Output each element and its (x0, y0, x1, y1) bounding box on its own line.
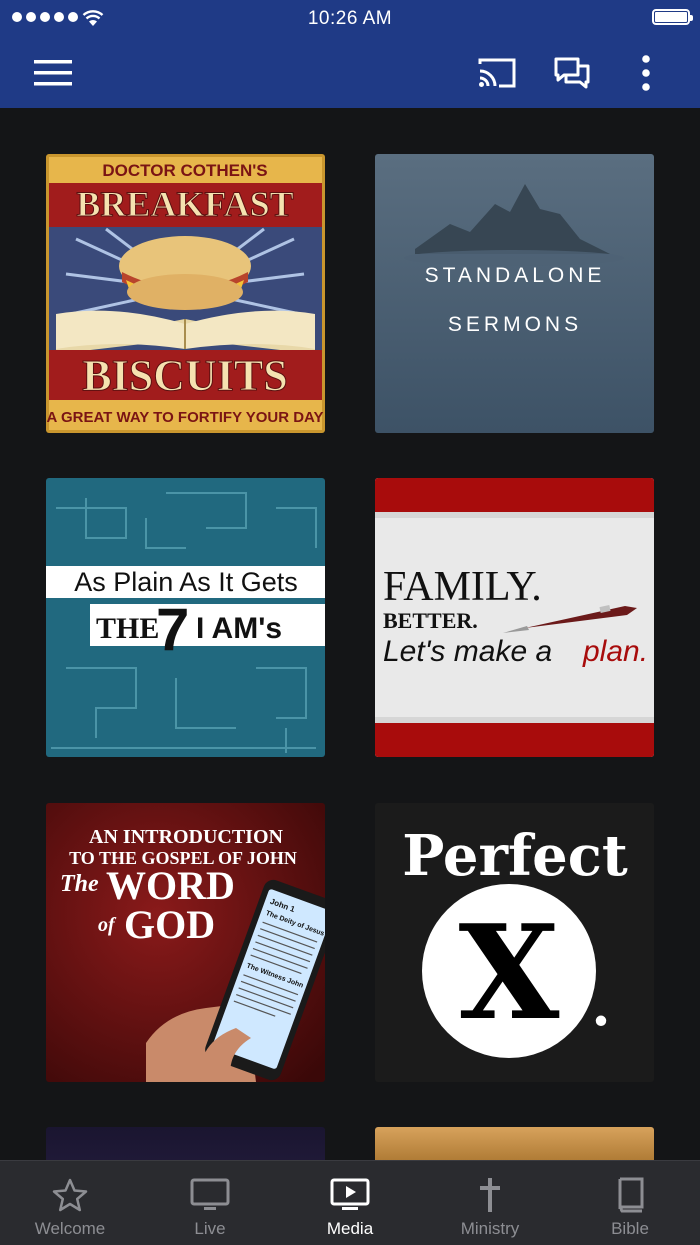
cross-icon (477, 1175, 503, 1215)
tile-5-line-6: GOD (124, 902, 215, 947)
chat-icon[interactable] (548, 50, 596, 96)
tile-3-line-3: 7 (156, 596, 189, 663)
battery-icon (652, 9, 693, 25)
tile-6-line-1: Perfect (402, 823, 628, 889)
media-tile-as-plain-as-it-gets[interactable]: As Plain As It Gets THE 7 I AM's (46, 478, 325, 757)
media-tile-breakfast-biscuits[interactable]: DOCTOR COTHEN'S BREAKFAST BISCUITS A GRE… (46, 154, 325, 433)
tile-3-line-1: As Plain As It Gets (74, 567, 298, 597)
tab-media[interactable]: Media (280, 1161, 420, 1245)
tile-4-line-2: BETTER. (383, 608, 478, 633)
media-tile-word-of-god[interactable]: AN INTRODUCTION TO THE GOSPEL OF JOHN Th… (46, 803, 325, 1082)
status-time: 10:26 AM (307, 8, 393, 29)
tile-1-line-2: BREAKFAST (76, 184, 293, 224)
tab-live-label: Live (194, 1219, 226, 1238)
tile-2-line-1: STANDALONE (425, 264, 606, 287)
tile-1-line-3: BISCUITS (82, 351, 287, 400)
bottom-tab-bar: Welcome Live Media Ministry Bible (0, 1160, 700, 1245)
tile-4-line-3: Let's make a (383, 635, 552, 668)
tv-icon (190, 1175, 230, 1215)
media-tile-perfect-x[interactable]: Perfect X . (375, 803, 654, 1082)
media-tile-partial-right[interactable] (375, 1127, 654, 1160)
tile-5-line-5: of (98, 914, 117, 936)
tab-welcome[interactable]: Welcome (0, 1161, 140, 1245)
status-bar: 10:26 AM (0, 0, 700, 38)
tile-5-line-1: AN INTRODUCTION (89, 826, 283, 848)
media-tile-family-better[interactable]: FAMILY. BETTER. Let's make a plan. (375, 478, 654, 757)
tile-3-line-4: I AM's (196, 612, 282, 645)
tile-1-line-1: DOCTOR COTHEN'S (102, 161, 267, 180)
tab-bible[interactable]: Bible (560, 1161, 700, 1245)
tile-6-line-2: X (459, 896, 560, 1049)
media-grid: DOCTOR COTHEN'S BREAKFAST BISCUITS A GRE… (0, 108, 700, 1160)
tile-4-line-4: plan. (582, 635, 648, 668)
tab-ministry[interactable]: Ministry (420, 1161, 560, 1245)
tile-2-line-2: SERMONS (448, 313, 582, 336)
tab-bible-label: Bible (611, 1219, 649, 1238)
app-bar (0, 38, 700, 108)
book-icon (615, 1175, 645, 1215)
hamburger-menu-icon[interactable] (29, 50, 77, 96)
tile-6-line-3: . (591, 973, 611, 1039)
tile-4-line-1: FAMILY. (383, 564, 542, 610)
media-tile-standalone-sermons[interactable]: STANDALONE SERMONS (375, 154, 654, 433)
media-tile-partial-left[interactable] (46, 1127, 325, 1160)
tab-ministry-label: Ministry (460, 1219, 520, 1238)
tile-5-line-3: The (60, 871, 99, 897)
tab-welcome-label: Welcome (34, 1219, 106, 1238)
tile-3-line-2: THE (96, 612, 159, 645)
media-play-icon (330, 1175, 370, 1215)
tab-live[interactable]: Live (140, 1161, 280, 1245)
cast-icon[interactable] (473, 50, 521, 96)
star-icon (52, 1175, 88, 1215)
tile-1-line-4: A GREAT WAY TO FORTIFY YOUR DAY (47, 409, 324, 426)
tab-media-label: Media (326, 1219, 374, 1238)
more-vertical-icon[interactable] (622, 50, 670, 96)
